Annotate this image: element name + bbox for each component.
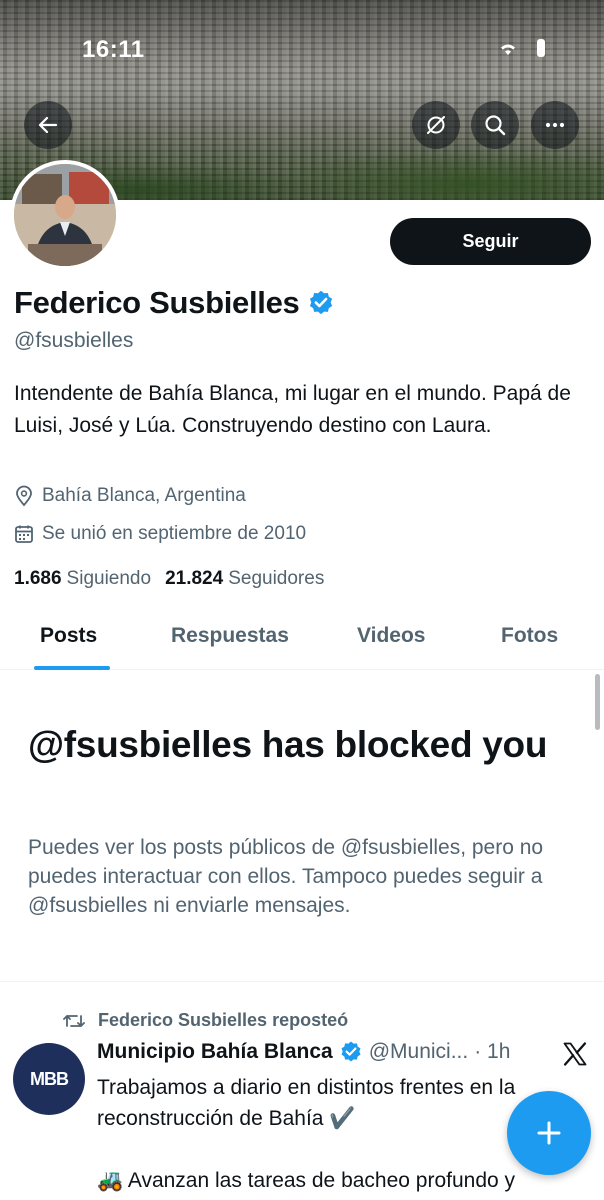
- followers-link[interactable]: 21.824 Seguidores: [165, 568, 324, 590]
- status-time: 16:11: [82, 36, 145, 63]
- profile-handle: @fsusbielles: [14, 329, 134, 352]
- tweet-author-handle[interactable]: @Munici...: [369, 1040, 469, 1064]
- more-options-button[interactable]: [531, 101, 579, 149]
- repost-label: Federico Susbielles reposteó: [98, 1010, 349, 1030]
- following-label: Siguiendo: [66, 568, 152, 589]
- verified-badge-icon[interactable]: [307, 289, 335, 317]
- x-logo-button[interactable]: [561, 1040, 589, 1073]
- back-arrow-icon: [38, 116, 58, 134]
- profile-bio: Intendente de Bahía Blanca, mi lugar en …: [14, 382, 571, 437]
- tweet-author-avatar[interactable]: MBB: [13, 1043, 85, 1115]
- followers-count: 21.824: [165, 568, 224, 589]
- tweet-time: · 1h: [474, 1040, 511, 1063]
- tab-respuestas[interactable]: Respuestas: [171, 624, 289, 648]
- location-row: Bahía Blanca, Argentina: [14, 485, 246, 507]
- profile-tabs: Posts Respuestas Videos Fotos: [0, 604, 604, 670]
- grok-button[interactable]: [412, 101, 460, 149]
- joined-text: Se unió en septiembre de 2010: [42, 523, 307, 544]
- tweet-header: Municipio Bahía Blanca @Munici... · 1h: [97, 1040, 547, 1064]
- grok-icon: [427, 116, 445, 134]
- joined-row: Se unió en septiembre de 2010: [14, 523, 306, 545]
- tweet-author-name[interactable]: Municipio Bahía Blanca: [97, 1040, 333, 1064]
- section-divider: [0, 981, 604, 982]
- calendar-icon: [15, 525, 33, 543]
- verified-badge-icon: [341, 1041, 361, 1062]
- wifi-icon: [501, 44, 515, 55]
- tab-fotos[interactable]: Fotos: [501, 624, 558, 648]
- search-button[interactable]: [471, 101, 519, 149]
- display-name: Federico Susbielles: [14, 285, 300, 320]
- following-count: 1.686: [14, 568, 62, 589]
- followers-label: Seguidores: [228, 568, 325, 589]
- scrollbar[interactable]: [595, 674, 600, 730]
- status-icons: [496, 38, 548, 58]
- follow-stats: 1.686 Siguiendo 21.824 Seguidores: [14, 568, 324, 590]
- follow-button[interactable]: Seguir: [390, 218, 591, 265]
- x-logo-icon: [563, 1042, 587, 1066]
- tab-videos[interactable]: Videos: [357, 624, 425, 648]
- more-icon: [545, 122, 565, 128]
- battery-icon: [537, 39, 545, 57]
- blocked-title: @fsusbielles has blocked you: [28, 724, 548, 765]
- compose-post-button[interactable]: [507, 1091, 591, 1175]
- back-button[interactable]: [24, 101, 72, 149]
- profile-name-row: Federico Susbielles: [14, 285, 335, 321]
- following-link[interactable]: 1.686 Siguiendo: [14, 568, 151, 590]
- avatar-photo: [14, 164, 116, 266]
- profile-avatar[interactable]: [10, 160, 120, 270]
- search-icon: [485, 115, 506, 136]
- blocked-description: Puedes ver los posts públicos de @fsusbi…: [28, 836, 544, 917]
- active-tab-indicator: [34, 666, 110, 670]
- tweet-text-line: 🚜 Avanzan las tareas de bacheo profundo …: [97, 1169, 516, 1192]
- repost-indicator: Federico Susbielles reposteó: [62, 1010, 348, 1031]
- repost-icon: [63, 1014, 85, 1027]
- tab-posts[interactable]: Posts: [40, 624, 97, 648]
- location-pin-icon: [16, 485, 32, 507]
- location-text: Bahía Blanca, Argentina: [42, 485, 246, 506]
- plus-icon: [537, 1121, 561, 1145]
